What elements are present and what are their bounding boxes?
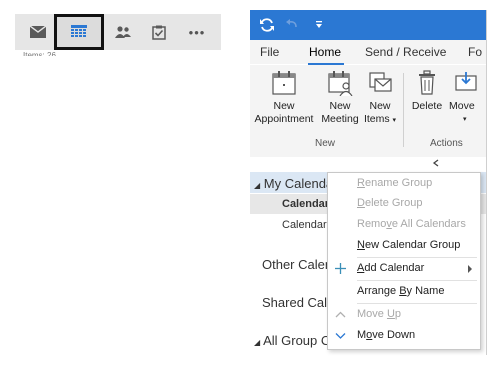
menu-remove-all-label: Remove All Calendars: [357, 218, 466, 230]
delete-label: Delete: [411, 100, 443, 112]
new-appointment-button[interactable]: New Appointment: [252, 70, 316, 126]
new-appointment-label-1: New: [273, 100, 295, 112]
move-dropdown-icon: ▾: [463, 116, 467, 123]
chevron-up-icon: [335, 311, 346, 318]
undo-icon[interactable]: [285, 17, 299, 31]
menu-rename-group-label: Rename Group: [357, 177, 433, 189]
plus-icon: [335, 263, 346, 274]
new-appointment-label-2: Appointment: [254, 113, 314, 125]
new-items-label-2: Items ▾: [363, 113, 397, 125]
folder-pane-header: [250, 157, 486, 169]
ribbon: New Appointment New Meeting New Items ▾: [250, 65, 486, 158]
new-items-icon: [369, 72, 392, 92]
chevron-down-icon: [335, 333, 346, 339]
trash-icon: [419, 70, 435, 95]
submenu-arrow-icon: [468, 265, 472, 273]
menu-new-calendar-group[interactable]: New Calendar Group: [328, 235, 480, 256]
menu-add-calendar[interactable]: Add Calendar: [328, 258, 480, 279]
new-meeting-label-1: New: [329, 100, 351, 112]
send-receive-icon[interactable]: [259, 17, 275, 33]
menu-delete-group-label: Delete Group: [357, 197, 423, 209]
new-meeting-icon: [328, 71, 353, 96]
delete-button[interactable]: Delete: [408, 70, 446, 113]
title-bar: [250, 10, 486, 40]
calendar-nav-button[interactable]: [54, 14, 104, 50]
context-menu: Rename Group Delete Group Remove All Cal…: [327, 172, 481, 350]
navigation-bar: •••: [15, 14, 221, 50]
menu-new-calendar-group-label: New Calendar Group: [357, 239, 461, 251]
calendar-item-2[interactable]: Calendar: [282, 219, 327, 231]
move-label: Move: [449, 100, 475, 112]
calendar-item-1[interactable]: Calendar: [282, 198, 329, 210]
new-appointment-icon: [272, 71, 296, 95]
new-meeting-button[interactable]: New Meeting: [320, 70, 360, 126]
menu-arrange-by-name[interactable]: Arrange By Name: [328, 281, 480, 302]
ribbon-tabs: File Home Send / Receive Fo: [250, 40, 486, 64]
mail-icon: [30, 26, 46, 38]
menu-move-up[interactable]: Move Up: [328, 304, 480, 325]
tab-folder[interactable]: Fo: [468, 45, 482, 59]
actions-group-label: Actions: [430, 138, 463, 149]
menu-move-up-label: Move Up: [357, 308, 402, 320]
customize-qat-icon[interactable]: [315, 21, 323, 29]
ribbon-group-separator: [403, 73, 404, 147]
items-count: Items: 26: [23, 51, 56, 56]
menu-rename-group[interactable]: Rename Group: [328, 173, 480, 194]
more-nav-button[interactable]: •••: [177, 14, 217, 50]
menu-move-down-label: Move Down: [357, 329, 416, 341]
new-items-button[interactable]: New Items ▾: [360, 70, 400, 127]
tab-file[interactable]: File: [260, 45, 279, 59]
people-icon: [115, 26, 131, 38]
new-items-label-1: New: [369, 100, 391, 112]
collapse-pane-icon[interactable]: [432, 159, 440, 167]
move-icon: [455, 72, 477, 91]
people-nav-button[interactable]: [105, 14, 141, 50]
new-group-label: New: [315, 138, 336, 149]
calendar-icon: [71, 25, 87, 37]
mail-nav-button[interactable]: [20, 14, 56, 50]
more-icon: •••: [188, 24, 206, 40]
menu-delete-group[interactable]: Delete Group: [328, 193, 480, 214]
menu-arrange-by-name-label: Arrange By Name: [357, 285, 445, 297]
menu-remove-all-calendars[interactable]: Remove All Calendars: [328, 214, 480, 235]
tab-home[interactable]: Home: [309, 45, 341, 59]
tasks-icon: [152, 25, 166, 40]
tab-send-receive[interactable]: Send / Receive: [365, 45, 446, 59]
menu-add-calendar-label: Add Calendar: [357, 262, 425, 274]
tasks-nav-button[interactable]: [141, 14, 177, 50]
new-meeting-label-2: Meeting: [321, 113, 359, 125]
menu-move-down[interactable]: Move Down: [328, 325, 480, 346]
move-button[interactable]: Move ▾: [449, 70, 486, 126]
